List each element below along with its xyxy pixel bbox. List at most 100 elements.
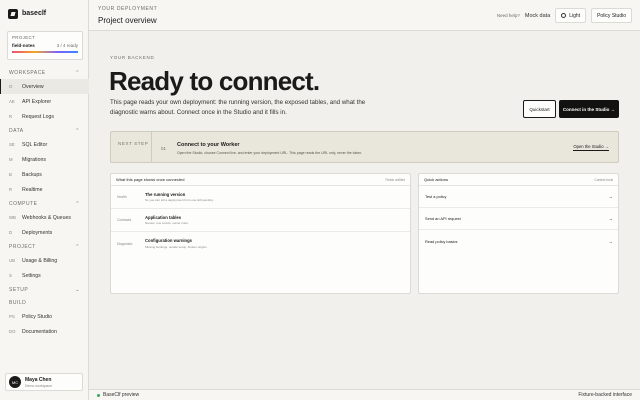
logo-icon: [8, 8, 18, 19]
row-key: Health: [117, 195, 127, 199]
nav-section-label: WORKSPACE: [9, 69, 46, 76]
card-title: What this page shows once connected: [116, 177, 185, 182]
sidebar-item-sql-editor[interactable]: SE SQL Editor: [0, 137, 89, 152]
action-label: Send an API request: [425, 216, 461, 221]
action-label: Test a policy: [425, 194, 447, 199]
nav-section-data[interactable]: DATA ⌃: [0, 124, 89, 137]
project-progress-bar: [12, 51, 78, 53]
divider: [151, 132, 152, 162]
sidebar-item-realtime[interactable]: R Realtime: [0, 182, 89, 197]
nav-item-abbr: SE: [9, 142, 15, 147]
arrow-right-icon: →: [608, 216, 614, 221]
chevron-up-icon: ⌃: [75, 69, 80, 76]
list-item: Contracts Application tables Names, row …: [111, 209, 410, 232]
nav-section-workspace[interactable]: WORKSPACE ⌃: [0, 66, 89, 79]
user-card[interactable]: MC Maya Chen Demo workspace: [5, 373, 83, 391]
user-name: Maya Chen: [25, 376, 52, 383]
mock-data-label: Mock data: [524, 12, 551, 19]
quickstart-button[interactable]: Quickstart: [523, 100, 556, 118]
row-key: Diagnostic: [117, 241, 133, 246]
nav-item-label: Backups: [22, 171, 42, 178]
connect-studio-button[interactable]: Connect in the Studio →: [559, 100, 619, 118]
project-card[interactable]: PROJECT field-notes 3 / 4 ready: [7, 31, 83, 60]
project-name: field-notes: [12, 43, 35, 48]
arrow-right-icon: →: [608, 238, 614, 244]
avatar: MC: [9, 376, 21, 388]
hero-heading: Ready to connect.: [109, 66, 320, 96]
nav-item-abbr: DO: [9, 329, 16, 334]
row-description: So you can tell a deployment from one st…: [145, 198, 214, 203]
footer-preview-label: BaseClf preview: [103, 392, 140, 398]
nav-item-label: Documentation: [22, 328, 57, 335]
chevron-up-icon: ⌃: [75, 200, 80, 207]
sidebar-item-usage-billing[interactable]: UB Usage & Billing: [0, 253, 89, 268]
quick-action-test-policy[interactable]: Test a policy →: [419, 186, 618, 208]
nav-section-label: BUILD: [9, 299, 27, 306]
card-title: Quick actions: [424, 177, 449, 182]
sidebar-item-webhooks[interactable]: WB Webhooks & Queues: [0, 210, 89, 225]
sidebar-item-settings[interactable]: S Settings: [0, 268, 89, 283]
quick-actions-card: Quick actions Context tools Test a polic…: [418, 173, 619, 294]
list-item: Diagnostic Configuration warnings Missin…: [111, 232, 410, 255]
step-description: Open the Studio, choose Connect live, an…: [177, 151, 363, 155]
nav-section-label: COMPUTE: [9, 200, 38, 207]
main-content: YOUR BACKEND Ready to connect. This page…: [89, 31, 640, 389]
brand[interactable]: baseclf: [8, 8, 46, 19]
quick-action-read-basics[interactable]: Read policy basics →: [419, 230, 618, 252]
theme-toggle-button[interactable]: Light: [555, 8, 587, 23]
row-key: Contracts: [117, 218, 132, 222]
sidebar-item-backups[interactable]: B Backups: [0, 167, 89, 182]
user-role: Demo workspace: [25, 383, 53, 388]
nav-section-label: SETUP: [9, 286, 29, 293]
nav-item-label: Overview: [22, 83, 44, 90]
next-step-banner: NEXT STEP 01 Connect to your Worker Open…: [110, 131, 619, 163]
sidebar-item-api-explorer[interactable]: AE API Explorer: [0, 94, 89, 109]
nav-section-label: DATA: [9, 127, 24, 134]
brand-name: baseclf: [22, 10, 47, 17]
nav-item-abbr: M: [9, 157, 13, 162]
sidebar-item-overview[interactable]: O Overview: [0, 79, 89, 94]
sidebar-item-documentation[interactable]: DO Documentation: [0, 324, 89, 339]
list-item: Health The running version So you can te…: [111, 186, 410, 209]
nav-item-abbr: PS: [9, 314, 15, 319]
row-description: Names, row counts, owner roles.: [145, 221, 189, 226]
chevron-down-icon: ⌄: [75, 286, 80, 293]
nav-item-abbr: UB: [9, 258, 15, 263]
sidebar-item-migrations[interactable]: M Migrations: [0, 152, 89, 167]
nav-section-build[interactable]: BUILD: [0, 296, 89, 309]
sidebar-item-deployments[interactable]: D Deployments: [0, 225, 89, 240]
nav-item-label: API Explorer: [22, 98, 52, 105]
nav-item-abbr: D: [9, 230, 13, 235]
nav-section-project[interactable]: PROJECT ⌃: [0, 240, 89, 253]
nav-section-setup[interactable]: SETUP ⌄: [0, 283, 89, 296]
chevron-up-icon: ⌃: [75, 127, 80, 134]
project-label: PROJECT: [12, 35, 36, 40]
nav-item-label: Usage & Billing: [22, 257, 58, 264]
nav-item-abbr: B: [9, 172, 12, 177]
open-studio-link[interactable]: Open the Studio →: [573, 144, 609, 151]
step-number: 01: [161, 146, 167, 151]
hero-description: This page reads your own deployment: the…: [110, 99, 366, 116]
nav-item-abbr: WB: [9, 215, 16, 220]
quick-action-send-request[interactable]: Send an API request →: [419, 208, 618, 230]
need-help-link[interactable]: Need help?: [497, 13, 520, 18]
nav-section-compute[interactable]: COMPUTE ⌃: [0, 197, 89, 210]
project-ready-count: 3 / 4 ready: [56, 43, 78, 48]
arrow-right-icon: →: [608, 194, 614, 199]
nav-item-abbr: O: [9, 84, 13, 89]
sidebar-nav: WORKSPACE ⌃ O Overview AE API Explorer R…: [0, 66, 89, 339]
footer-fixture-label: Fixture-backed interface: [578, 392, 632, 398]
nav-item-abbr: S: [9, 273, 12, 278]
sidebar-item-policy-studio[interactable]: PS Policy Studio: [0, 309, 89, 324]
sidebar-item-request-logs[interactable]: R Request Logs: [0, 109, 89, 124]
policy-studio-button[interactable]: Policy Studio: [591, 8, 632, 23]
nav-item-abbr: AE: [9, 99, 15, 104]
nav-item-label: Migrations: [22, 156, 46, 163]
nav-item-label: Settings: [22, 272, 41, 279]
row-title: Application tables: [145, 214, 182, 220]
step-title: Connect to your Worker: [177, 142, 240, 148]
card-meta: Context tools: [594, 177, 613, 182]
page-title: Project overview: [98, 16, 157, 25]
breadcrumb: YOUR DEPLOYMENT: [98, 6, 158, 12]
chevron-up-icon: ⌃: [75, 243, 80, 250]
